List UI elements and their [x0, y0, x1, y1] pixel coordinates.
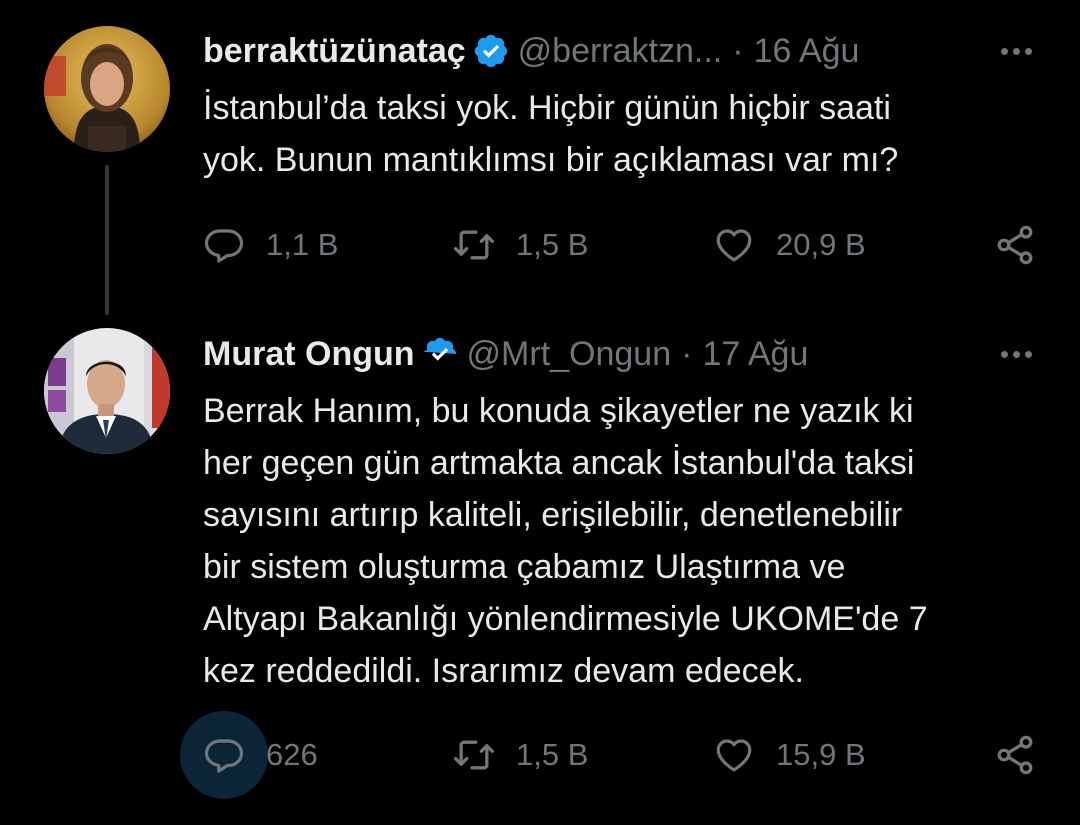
- avatar-berrak[interactable]: [44, 26, 170, 152]
- reply-icon: [180, 201, 268, 289]
- retweet-icon: [430, 201, 518, 289]
- retweet-count: 1,5 B: [516, 737, 589, 772]
- avatar-murat[interactable]: [44, 328, 170, 454]
- reply-count: 626: [266, 737, 318, 772]
- share-icon: [980, 201, 1050, 289]
- tweet-date[interactable]: 16 Ağu: [754, 32, 860, 71]
- tweet-text-line: yok. Bunun mantıklımsı bir açıklaması va…: [203, 141, 899, 179]
- reply-count: 1,1 B: [266, 227, 339, 262]
- tweet-date[interactable]: 17 Ağu: [702, 335, 808, 374]
- share-button[interactable]: [980, 720, 1048, 790]
- like-icon: [690, 711, 778, 799]
- like-button[interactable]: 20,9 B: [690, 210, 866, 280]
- verified-badge-icon: [472, 32, 510, 70]
- reply-button[interactable]: 626: [180, 711, 318, 799]
- retweet-count: 1,5 B: [516, 227, 589, 262]
- tweet-text-line: kez reddedildi. Israrımız devam edecek.: [203, 652, 804, 690]
- like-count: 20,9 B: [776, 227, 866, 262]
- retweet-button[interactable]: 1,5 B: [430, 720, 588, 790]
- tweet-text-line: Altyapı Bakanlığı yönlendirmesiyle UKOME…: [203, 600, 928, 638]
- like-icon: [690, 201, 778, 289]
- tweet-text: İstanbul’da taksi yok. Hiçbir günün hiçb…: [203, 82, 1023, 186]
- retweet-button[interactable]: 1,5 B: [430, 210, 588, 280]
- more-icon[interactable]: [992, 31, 1040, 71]
- tweet-header: Murat Ongun @Mrt_Ongun · 17 Ağu: [203, 328, 1040, 380]
- tweet-text-line: bir sistem oluşturma çabamız Ulaştırma v…: [203, 548, 846, 586]
- verified-badge-icon: [421, 335, 459, 373]
- tweet-original[interactable]: berraktüzünataç @berraktzn... · 16 Ağu İ…: [0, 0, 1080, 300]
- tweet-header: berraktüzünataç @berraktzn... · 16 Ağu: [203, 25, 1040, 77]
- tweet-text-line: İstanbul’da taksi yok. Hiçbir günün hiçb…: [203, 89, 891, 127]
- tweet-text-line: Berrak Hanım, bu konuda şikayetler ne ya…: [203, 392, 914, 430]
- handle[interactable]: @berraktzn...: [518, 32, 723, 71]
- tweet-text-line: her geçen gün artmakta ancak İstanbul'da…: [203, 444, 915, 482]
- display-name[interactable]: berraktüzünataç: [203, 32, 466, 71]
- reply-button[interactable]: 1,1 B: [180, 210, 338, 280]
- reply-icon: [180, 711, 268, 799]
- separator-dot: ·: [732, 31, 744, 70]
- retweet-icon: [430, 711, 518, 799]
- more-icon[interactable]: [992, 334, 1040, 374]
- tweet-text: Berrak Hanım, bu konuda şikayetler ne ya…: [203, 385, 1023, 697]
- share-icon: [980, 711, 1050, 799]
- share-button[interactable]: [980, 210, 1048, 280]
- tweet-text-line: sayısını artırıp kaliteli, erişilebilir,…: [203, 496, 903, 534]
- tweet-actions: 626 1,5 B 15,9 B: [180, 711, 1060, 799]
- display-name[interactable]: Murat Ongun: [203, 335, 415, 374]
- like-button[interactable]: 15,9 B: [690, 720, 866, 790]
- tweet-reply[interactable]: Murat Ongun @Mrt_Ongun · 17 Ağu Berrak H…: [0, 318, 1080, 813]
- tweet-actions: 1,1 B 1,5 B 20,9 B: [180, 210, 1060, 280]
- handle[interactable]: @Mrt_Ongun: [467, 335, 672, 374]
- separator-dot: ·: [681, 334, 693, 373]
- like-count: 15,9 B: [776, 737, 866, 772]
